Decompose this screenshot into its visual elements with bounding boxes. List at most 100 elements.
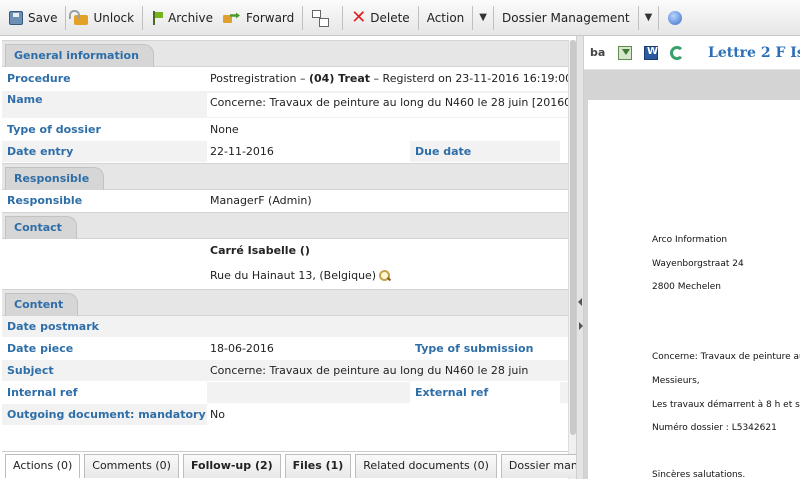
date-piece-label: Date piece (7, 342, 74, 355)
contact-address-cell: Rue du Hainaut 13, (Belgique) (207, 269, 570, 282)
document-toolbar: ba Lettre 2 F Isab (584, 36, 800, 70)
document-title: Lettre 2 F Isab (708, 44, 800, 61)
dossier-management-button[interactable]: Dossier Management (497, 5, 635, 31)
procedure-prefix: Postregistration – (210, 72, 309, 85)
procedure-row: Procedure Postregistration – (04) Treat … (2, 67, 570, 91)
download-icon[interactable] (618, 45, 632, 60)
tab-files[interactable]: Files (1) (284, 454, 352, 478)
tree-icon (311, 9, 330, 27)
action-dropdown-arrow-icon[interactable]: ▼ (476, 12, 490, 23)
procedure-label: Procedure (7, 72, 71, 85)
document-line: Messieurs, (652, 376, 700, 386)
type-of-dossier-label: Type of dossier (7, 123, 101, 136)
type-of-dossier-value: None (210, 123, 239, 136)
subject-value: Concerne: Travaux de peinture au long du… (210, 364, 529, 377)
contact-name: Carré Isabelle () (210, 244, 310, 257)
external-ref-label: External ref (415, 386, 489, 399)
section-title[interactable]: Content (5, 293, 79, 316)
forward-button[interactable]: Forward (218, 5, 299, 31)
document-page-gutter (584, 70, 588, 479)
subject-label: Subject (7, 364, 54, 377)
date-piece-row: Date piece 18-06-2016 Type of submission (2, 338, 570, 360)
tab-follow-up[interactable]: Follow-up (2) (182, 454, 281, 478)
section-content: Content (2, 289, 570, 316)
dossier-dropdown-arrow-icon[interactable]: ▼ (642, 12, 656, 23)
type-of-dossier-row: Type of dossier None (2, 119, 570, 141)
tab-actions[interactable]: Actions (0) (5, 454, 81, 478)
date-postmark-row: Date postmark (2, 316, 570, 338)
internal-ref-label: Internal ref (7, 386, 78, 399)
toolbar-divider (142, 5, 144, 30)
toolbar-divider (342, 5, 344, 30)
date-entry-label: Date entry (7, 145, 74, 158)
date-entry-row: Date entry 22-11-2016 Due date (2, 141, 570, 163)
panel-splitter[interactable] (576, 36, 584, 479)
section-general-information: General information (2, 40, 570, 67)
responsible-value: ManagerF (Admin) (210, 194, 312, 207)
contact-address-row: Rue du Hainaut 13, (Belgique) (2, 263, 570, 289)
section-title[interactable]: Responsible (5, 167, 105, 190)
type-of-submission-label: Type of submission (415, 342, 534, 355)
magnifier-icon[interactable] (379, 270, 391, 282)
document-line: Les travaux démarrent à 8 h et sero (652, 400, 800, 410)
document-line: Numéro dossier : L5342621 (652, 423, 777, 433)
archive-label: Archive (168, 10, 213, 25)
action-label: Action (426, 10, 465, 25)
word-icon[interactable] (644, 45, 658, 60)
toolbar-divider (658, 5, 660, 30)
delete-x-icon: ✕ (351, 6, 367, 28)
unlock-label: Unlock (93, 10, 135, 25)
name-row: Name Concerne: Travaux de peinture au lo… (2, 91, 570, 119)
forward-label: Forward (246, 10, 295, 25)
date-postmark-label: Date postmark (7, 320, 99, 333)
toolbar-divider (493, 5, 494, 30)
save-label: Save (28, 10, 58, 25)
archive-button[interactable]: Archive (146, 5, 218, 31)
date-piece-value: 18-06-2016 (210, 342, 274, 355)
contact-address: Rue du Hainaut 13, (Belgique) (210, 269, 377, 282)
toolbar-divider (472, 5, 474, 30)
tab-comments[interactable]: Comments (0) (84, 454, 179, 478)
form-scrollbar[interactable] (568, 40, 576, 479)
outgoing-value: No (207, 404, 570, 425)
responsible-label: Responsible (7, 194, 83, 207)
date-entry-value: 22-11-2016 (207, 141, 410, 162)
delete-button[interactable]: ✕ Delete (346, 5, 414, 31)
procedure-suffix: – Registerd on 23-11-2016 16:19:00 (370, 72, 570, 85)
collapse-left-arrow-icon[interactable] (578, 298, 582, 306)
toolbar-divider (65, 5, 67, 30)
toolbar-divider (637, 5, 639, 30)
responsible-row: Responsible ManagerF (Admin) (2, 190, 570, 212)
tab-related-documents[interactable]: Related documents (0) (355, 454, 497, 478)
name-value: Concerne: Travaux de peinture au long du… (210, 96, 570, 109)
toolbar-divider (302, 5, 304, 30)
section-responsible: Responsible (2, 163, 570, 190)
unlock-button[interactable]: Unlock (69, 5, 139, 31)
document-page-margin (584, 70, 800, 100)
procedure-step: (04) Treat (308, 72, 371, 85)
subject-row: Subject Concerne: Travaux de peinture au… (2, 360, 570, 382)
tree-button[interactable] (306, 5, 339, 31)
toolbar: Save Unlock Archive Forward ✕ Delete Act… (0, 0, 800, 36)
dossier-form: General information Procedure Postregist… (2, 40, 570, 479)
internal-ref-row: Internal ref External ref (2, 382, 570, 404)
text-size-icon[interactable]: ba (590, 46, 606, 60)
collapse-right-arrow-icon[interactable] (579, 322, 583, 330)
section-title[interactable]: General information (5, 44, 154, 67)
save-button[interactable]: Save (4, 5, 62, 31)
section-title[interactable]: Contact (5, 216, 77, 239)
action-menu-button[interactable]: Action (422, 5, 470, 31)
document-line: Concerne: Travaux de peinture au lo (652, 352, 800, 362)
detail-tabs: Actions (0) Comments (0) Follow-up (2) F… (2, 451, 655, 479)
refresh-icon[interactable] (670, 45, 684, 60)
dossier-management-label: Dossier Management (502, 10, 630, 25)
name-label: Name (7, 93, 43, 106)
document-line: Sincères salutations. (652, 470, 746, 479)
delete-label: Delete (370, 10, 410, 25)
outgoing-label: Outgoing document: mandatory ? (7, 408, 216, 421)
due-date-label: Due date (415, 145, 472, 158)
help-icon[interactable] (668, 10, 683, 25)
document-line: Arco Information (652, 235, 728, 245)
internal-ref-value[interactable] (207, 382, 410, 403)
document-line: 2800 Mechelen (652, 282, 721, 292)
